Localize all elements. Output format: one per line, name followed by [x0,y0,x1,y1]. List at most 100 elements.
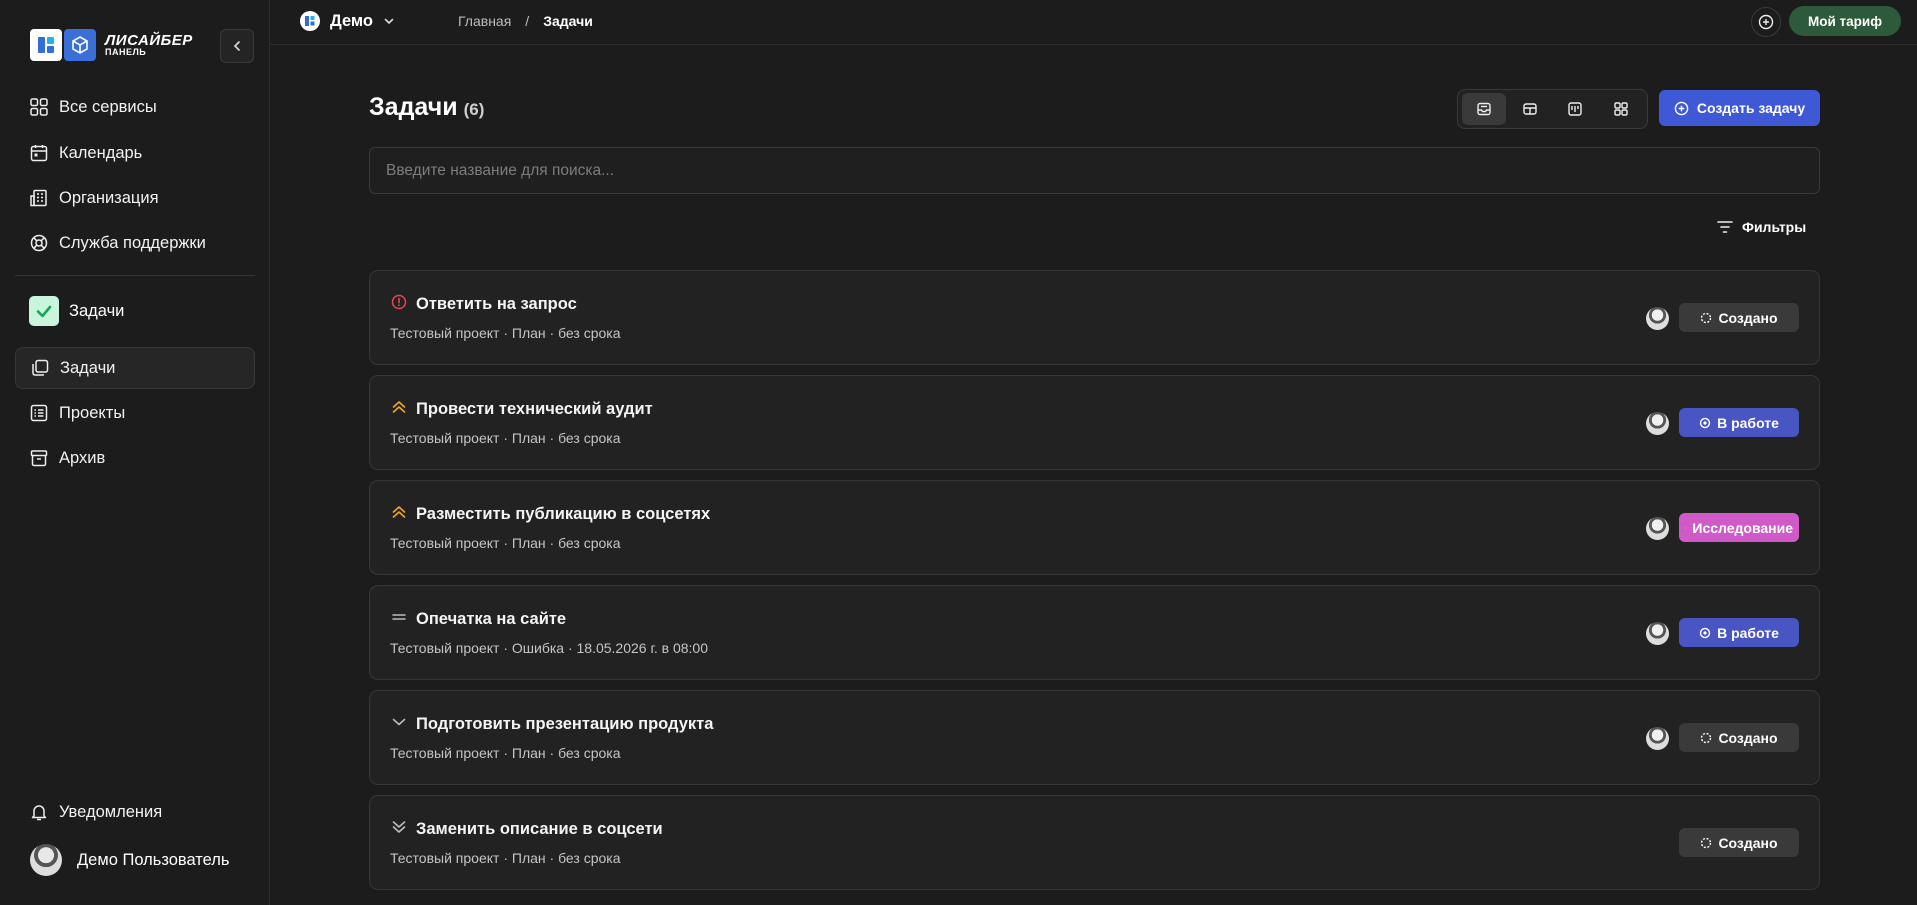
breadcrumb: Главная / Задачи [458,13,593,29]
status-label: В работе [1717,624,1779,641]
status-badge[interactable]: Создано [1679,723,1799,752]
page-title: Задачи (6) [369,93,484,122]
task-card[interactable]: Разместить публикацию в соцсетях Тестовы… [369,480,1820,575]
building-icon [29,188,49,208]
task-title: Подготовить презентацию продукта [416,715,714,733]
view-table-button[interactable] [1508,93,1552,125]
sidebar: ЛИСАЙБЕР ПАНЕЛЬ Все сервисы Календарь Ор… [0,0,270,905]
section-tasks[interactable]: Задачи [29,296,124,326]
task-card[interactable]: Подготовить презентацию продукта Тестовы… [369,690,1820,785]
logo-line1: ЛИСАЙБЕР [105,32,193,49]
nav-calendar[interactable]: Календарь [15,132,255,174]
task-title: Провести технический аудит [416,400,653,418]
nav-notifications[interactable]: Уведомления [15,791,255,833]
view-inbox-button[interactable] [1462,93,1506,125]
view-toggle [1457,89,1648,129]
user-name: Демо Пользователь [77,850,230,869]
filters-label: Фильтры [1742,219,1807,235]
status-label: Исследование [1692,519,1793,536]
nav-all-services[interactable]: Все сервисы [15,86,255,128]
filters-button[interactable]: Фильтры [1717,219,1806,235]
nav-archive[interactable]: Архив [15,437,255,479]
my-tariff-button[interactable]: Мой тариф [1789,6,1901,36]
assignee-avatar[interactable] [1646,517,1669,540]
task-card[interactable]: Провести технический аудит Тестовый прое… [369,375,1820,470]
breadcrumb-home[interactable]: Главная [458,13,511,29]
status-badge[interactable]: В работе [1679,408,1799,437]
logo-text: ЛИСАЙБЕР ПАНЕЛЬ [105,33,193,57]
status-badge[interactable]: Создано [1679,303,1799,332]
add-button[interactable] [1751,7,1781,37]
inbox-icon [1477,102,1491,116]
checkmark-icon [29,296,59,326]
status-label: Создано [1718,729,1778,746]
task-meta: Тестовый проект · Ошибка · 18.05.2026 г.… [390,640,708,656]
nav-support[interactable]: Служба поддержки [15,222,255,264]
calendar-icon [29,143,49,163]
grid-icon [1614,102,1628,116]
view-board-button[interactable] [1554,93,1598,125]
dashed-circle-icon [1701,732,1712,743]
lifebuoy-icon [29,233,49,253]
status-badge[interactable]: В работе [1679,618,1799,647]
logo-mark-icon [30,29,62,61]
nav-label: Все сервисы [59,97,157,116]
workspace-logo-icon [300,11,320,31]
chevron-left-icon [233,41,240,51]
task-meta: Тестовый проект · План · без срока [390,325,621,341]
create-task-label: Создать задачу [1696,100,1806,116]
archive-icon [29,448,49,468]
cube-icon [64,29,96,61]
plus-circle-icon [1674,101,1689,115]
target-icon [1699,417,1711,428]
nav-tasks[interactable]: Задачи [15,347,255,389]
search-input[interactable] [369,147,1820,194]
topbar: Демо Главная / Задачи Мой тариф [270,0,1917,45]
task-title: Разместить публикацию в соцсетях [416,505,711,523]
collapse-sidebar-button[interactable] [220,29,254,63]
nav-label: Уведомления [59,802,163,821]
nav-organization[interactable]: Организация [15,177,255,219]
avatar [30,844,62,876]
task-meta: Тестовый проект · План · без срока [390,430,621,446]
target-icon [1685,526,1687,529]
workspace-name: Демо [330,11,373,30]
task-meta: Тестовый проект · План · без срока [390,850,621,866]
dashed-circle-icon [1701,312,1712,323]
nav-label: Проекты [59,403,126,422]
assignee-avatar[interactable] [1646,412,1669,435]
logo[interactable]: ЛИСАЙБЕР ПАНЕЛЬ [30,29,193,61]
lowest-priority-icon [390,818,408,836]
user-profile[interactable]: Демо Пользователь [30,844,230,876]
section-title-label: Задачи [69,301,125,320]
status-label: Создано [1718,309,1778,326]
nav-projects[interactable]: Проекты [15,392,255,434]
medium-priority-icon [390,608,408,626]
task-card[interactable]: Опечатка на сайте Тестовый проект · Ошиб… [369,585,1820,680]
status-badge[interactable]: Создано [1679,828,1799,857]
bell-icon [29,802,49,822]
tasks-icon [30,358,50,378]
filter-icon [1717,221,1733,233]
assignee-avatar[interactable] [1646,727,1669,750]
assignee-avatar[interactable] [1646,307,1669,330]
nav-label: Служба поддержки [59,233,206,252]
create-task-button[interactable]: Создать задачу [1659,90,1820,126]
task-count: (6) [463,100,485,119]
status-label: Создано [1718,834,1778,851]
assignee-avatar[interactable] [1646,622,1669,645]
grid-icon [29,97,49,117]
board-icon [1568,102,1583,116]
status-label: В работе [1717,414,1779,431]
view-grid-button[interactable] [1599,93,1643,125]
task-meta: Тестовый проект · План · без срока [390,535,621,551]
workspace-switcher[interactable]: Демо [300,11,395,31]
low-priority-icon [390,713,408,731]
status-badge[interactable]: Исследование [1679,513,1799,542]
breadcrumb-current: Задачи [543,13,593,29]
task-card[interactable]: Ответить на запрос Тестовый проект · Пла… [369,270,1820,365]
nav-label: Задачи [60,358,116,377]
logo-line2: ПАНЕЛЬ [105,47,147,57]
task-card[interactable]: Заменить описание в соцсети Тестовый про… [369,795,1820,890]
chevron-down-icon [384,18,394,25]
